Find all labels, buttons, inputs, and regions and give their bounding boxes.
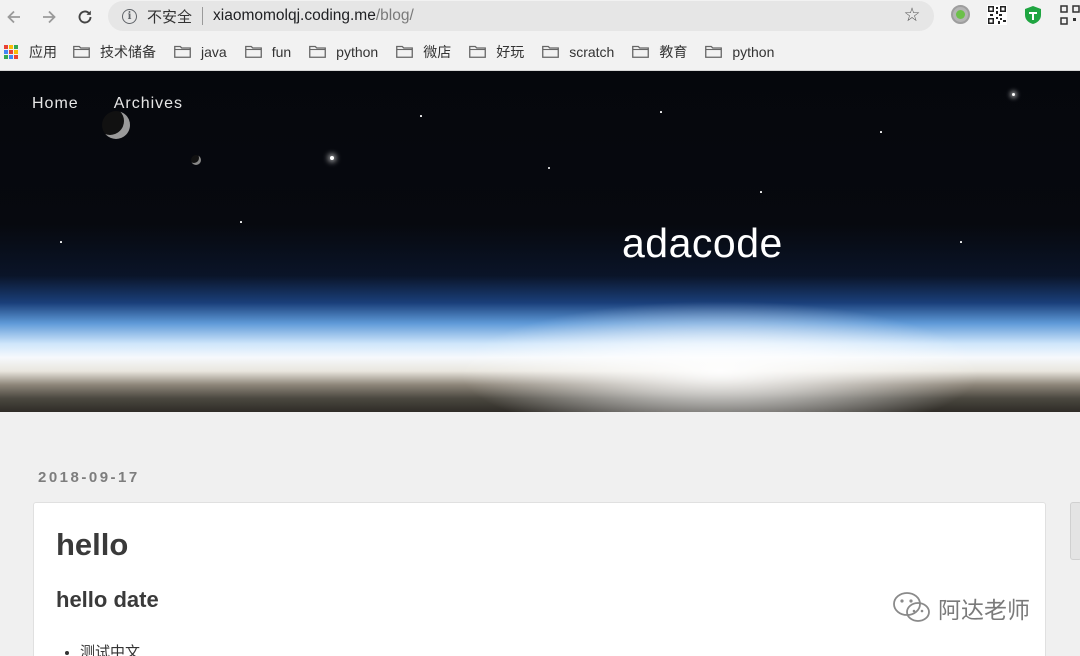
post-heading: hello date	[56, 587, 159, 612]
bookmark-folder[interactable]: python	[705, 40, 774, 64]
star-decoration	[960, 241, 962, 243]
folder-icon	[705, 45, 723, 58]
forward-button[interactable]	[35, 3, 63, 31]
post-card: hello hello date 测试中文	[33, 502, 1046, 656]
url-host: xiaomomolqj.coding.me	[213, 7, 376, 24]
folder-icon	[309, 45, 327, 58]
bookmark-label: java	[201, 43, 227, 60]
star-decoration	[60, 241, 62, 243]
bookmark-label: fun	[271, 43, 292, 60]
site-title: adacode	[622, 220, 783, 266]
bookmark-star-icon[interactable]: ☆	[902, 6, 922, 26]
wechat-watermark: 阿达老师	[892, 590, 1030, 626]
hero-banner: Home Archives adacode	[0, 71, 1080, 412]
star-decoration	[760, 191, 762, 193]
reload-icon	[78, 10, 92, 23]
bookmark-folder[interactable]: python	[309, 40, 378, 64]
info-icon[interactable]: i	[122, 8, 137, 24]
qr-code-icon[interactable]	[987, 5, 1007, 25]
nav-home-link[interactable]: Home	[32, 95, 79, 113]
post-list: 测试中文	[80, 641, 140, 656]
folder-icon	[396, 45, 414, 58]
folder-icon	[73, 45, 90, 58]
apps-grid-icon	[4, 44, 18, 59]
folder-icon	[469, 45, 487, 58]
bookmark-label: scratch	[569, 43, 615, 60]
post-title[interactable]: hello	[56, 527, 128, 563]
back-button[interactable]	[0, 3, 28, 31]
star-decoration	[1012, 93, 1015, 96]
folder-icon	[174, 45, 191, 58]
star-decoration	[660, 111, 662, 113]
security-label: 不安全	[147, 8, 193, 26]
moon-decoration	[102, 111, 130, 139]
bookmark-label: 应用	[29, 43, 57, 60]
bookmark-label: 教育	[659, 43, 688, 60]
bookmark-folder[interactable]: java	[174, 40, 227, 64]
star-decoration	[240, 221, 242, 223]
bookmark-label: python	[732, 43, 775, 60]
arrow-right-icon	[43, 10, 56, 23]
bookmarks-bar: 应用 技术储备 java fun python 微店 好玩 scratch 教育…	[0, 33, 1080, 71]
bookmark-folder[interactable]: scratch	[542, 40, 614, 64]
bookmark-apps[interactable]: 应用	[0, 40, 57, 64]
bookmark-label: 技术储备	[100, 43, 156, 60]
omnibox-separator	[202, 7, 204, 25]
browser-toolbar: i 不安全 xiaomomolqj.coding.me /blog/ ☆	[0, 0, 1080, 33]
qr-scan-icon[interactable]	[1060, 5, 1080, 25]
bookmark-label: 好玩	[496, 43, 525, 60]
nav-archives-link[interactable]: Archives	[114, 95, 183, 113]
site-nav: Home Archives	[32, 95, 183, 113]
url-path: /blog/	[375, 7, 414, 24]
wechat-icon	[893, 592, 930, 622]
bookmark-label: 微店	[423, 43, 452, 60]
star-decoration	[420, 115, 422, 117]
bookmark-folder[interactable]: 微店	[396, 40, 451, 64]
address-bar[interactable]: i 不安全 xiaomomolqj.coding.me /blog/ ☆	[108, 1, 934, 31]
bookmark-folder[interactable]: fun	[244, 40, 292, 64]
bookmark-folder[interactable]: 教育	[632, 40, 687, 64]
folder-icon	[244, 45, 262, 58]
moon-decoration	[191, 155, 201, 165]
extension-circle-icon[interactable]	[951, 5, 970, 24]
shield-icon[interactable]	[1023, 5, 1043, 25]
post-date: 2018-09-17	[38, 469, 140, 486]
list-item: 测试中文	[80, 641, 140, 656]
arrow-left-icon	[7, 10, 20, 23]
bookmark-folder[interactable]: 好玩	[469, 40, 524, 64]
bookmark-label: python	[336, 43, 379, 60]
star-decoration	[548, 167, 550, 169]
star-decoration	[330, 156, 334, 160]
sidebar-widget[interactable]	[1070, 502, 1080, 560]
folder-icon	[632, 45, 650, 58]
star-decoration	[880, 131, 882, 133]
folder-icon	[542, 45, 560, 58]
reload-button[interactable]	[71, 3, 99, 31]
bookmark-folder[interactable]: 技术储备	[73, 40, 156, 64]
watermark-text: 阿达老师	[938, 597, 1030, 623]
